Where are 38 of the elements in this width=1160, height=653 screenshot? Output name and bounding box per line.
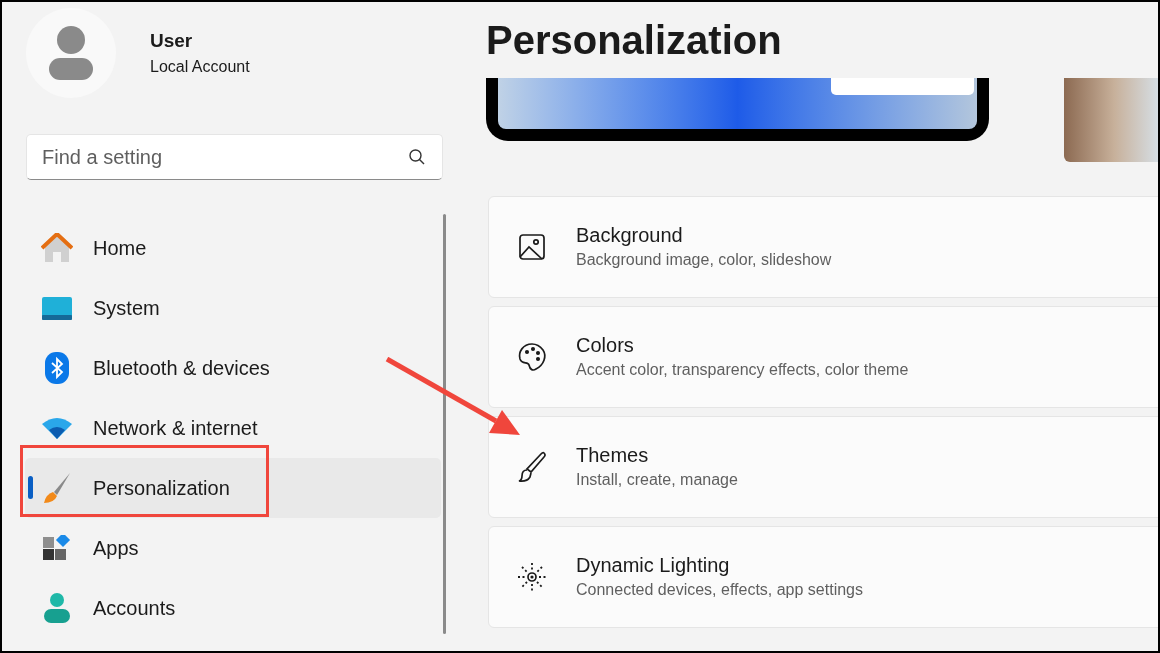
nav-item[interactable]: Personalization xyxy=(25,458,441,518)
scrollbar[interactable] xyxy=(443,214,446,634)
card-title: Dynamic Lighting xyxy=(576,553,731,578)
nav-item[interactable]: Accounts xyxy=(25,578,441,638)
person-silhouette-icon xyxy=(49,26,93,80)
settings-card[interactable]: Dynamic Lighting Connected devices, effects, app settings xyxy=(488,526,1158,628)
palette-icon xyxy=(517,342,547,372)
wifi-icon xyxy=(42,417,72,439)
card-subtitle: Accent color, transparency effects, color theme xyxy=(576,360,909,380)
nav-item[interactable]: System xyxy=(25,278,441,338)
settings-card[interactable]: Themes Install, create, manage xyxy=(488,416,1158,518)
page-title: Personalization xyxy=(486,20,782,60)
search-icon xyxy=(408,148,426,166)
search-field[interactable]: Find a setting xyxy=(26,134,443,180)
card-subtitle: Background image, color, slideshow xyxy=(576,250,832,270)
nav-item[interactable]: Apps xyxy=(25,518,441,578)
paintbrush-icon xyxy=(517,451,547,483)
card-subtitle: Install, create, manage xyxy=(576,470,738,490)
account-name: User xyxy=(150,28,194,53)
image-icon xyxy=(518,233,546,261)
card-title: Colors xyxy=(576,333,635,358)
nav-item[interactable]: Home xyxy=(25,218,441,278)
settings-card[interactable]: Colors Accent color, transparency effects, color theme xyxy=(488,306,1158,408)
settings-card[interactable]: Background Background image, color, slideshow xyxy=(488,196,1158,298)
nav-item[interactable]: Bluetooth & devices xyxy=(25,338,441,398)
card-subtitle: Connected devices, effects, app settings xyxy=(576,580,863,600)
home-icon xyxy=(41,233,73,263)
sun-rays-icon xyxy=(517,562,547,592)
monitor-icon xyxy=(42,296,72,320)
account-type: Local Account xyxy=(150,57,250,78)
card-title: Background xyxy=(576,223,684,248)
paintbrush-icon xyxy=(42,472,72,504)
person-icon xyxy=(44,593,70,623)
bluetooth-icon xyxy=(45,352,69,384)
theme-thumbnail[interactable] xyxy=(1064,78,1158,162)
apps-grid-icon xyxy=(43,535,71,561)
card-title: Themes xyxy=(576,443,650,468)
nav-item[interactable]: Network & internet xyxy=(25,398,441,458)
